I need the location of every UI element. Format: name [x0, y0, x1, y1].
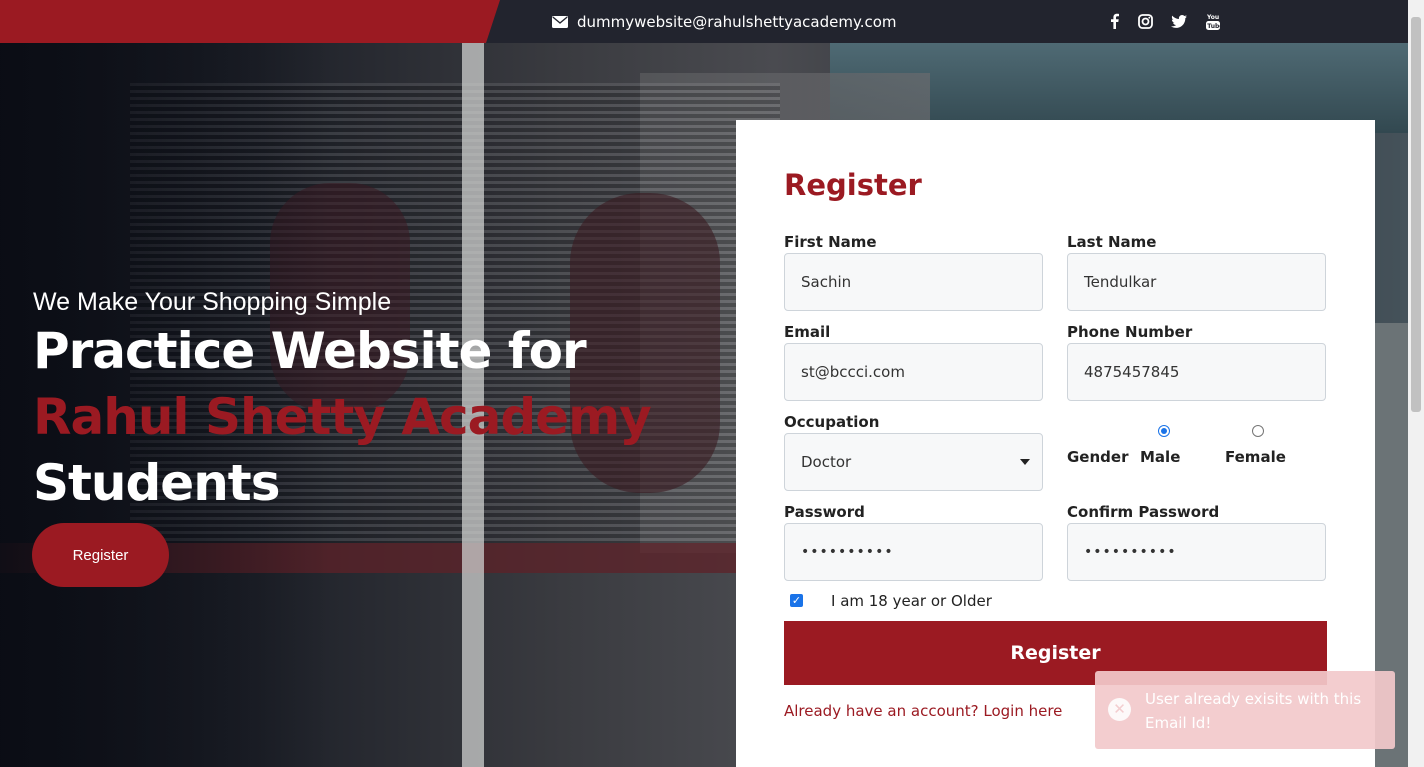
scrollbar-thumb[interactable]: [1411, 17, 1421, 412]
occupation-label: Occupation: [784, 413, 880, 431]
phone-label: Phone Number: [1067, 323, 1193, 341]
youtube-icon[interactable]: You Tube: [1204, 12, 1222, 30]
password-value: ••••••••••: [801, 544, 894, 560]
phone-value: 4875457845: [1084, 363, 1180, 381]
twitter-icon[interactable]: [1170, 12, 1188, 30]
gender-female-radio[interactable]: [1252, 425, 1264, 437]
confirm-password-value: ••••••••••: [1084, 544, 1177, 560]
hero-headline-line3: Students: [33, 454, 280, 512]
hero-register-button[interactable]: Register: [32, 523, 169, 587]
facebook-icon[interactable]: [1105, 12, 1123, 30]
hero-tagline: We Make Your Shopping Simple: [33, 288, 392, 316]
gender-male-radio[interactable]: [1158, 425, 1170, 437]
confirm-password-label: Confirm Password: [1067, 503, 1220, 521]
occupation-select[interactable]: Doctor: [784, 433, 1043, 491]
last-name-value: Tendulkar: [1084, 273, 1157, 291]
hero-headline-line1: Practice Website for: [33, 322, 587, 380]
login-link[interactable]: Already have an account? Login here: [784, 702, 1062, 720]
first-name-value: Sachin: [801, 273, 852, 291]
chevron-down-icon: [1020, 459, 1030, 465]
password-label: Password: [784, 503, 865, 521]
age-checkbox[interactable]: ✓: [790, 594, 803, 607]
first-name-input[interactable]: Sachin: [784, 253, 1043, 311]
register-card: Register First Name Sachin Last Name Ten…: [736, 120, 1375, 767]
topbar-accent: [0, 0, 500, 43]
svg-text:You: You: [1206, 14, 1219, 21]
error-toast[interactable]: ✕ User already exisits with this Email I…: [1095, 671, 1395, 749]
email-label: Email: [784, 323, 831, 341]
hero-headline: Practice Website for Rahul Shetty Academ…: [33, 318, 652, 516]
scrollbar[interactable]: [1408, 0, 1424, 767]
gender-label: Gender: [1067, 448, 1129, 466]
register-title: Register: [784, 168, 922, 202]
top-bar: dummywebsite@rahulshettyacademy.com You T…: [0, 0, 1408, 43]
contact-email: dummywebsite@rahulshettyacademy.com: [552, 12, 897, 32]
hero-headline-line2: Rahul Shetty Academy: [33, 388, 652, 446]
email-value: st@bccci.com: [801, 363, 905, 381]
first-name-label: First Name: [784, 233, 877, 251]
phone-input[interactable]: 4875457845: [1067, 343, 1326, 401]
password-input[interactable]: ••••••••••: [784, 523, 1043, 581]
gender-male-label[interactable]: Male: [1140, 448, 1180, 466]
svg-text:Tube: Tube: [1207, 23, 1220, 30]
confirm-password-input[interactable]: ••••••••••: [1067, 523, 1326, 581]
envelope-icon: [552, 16, 568, 28]
age-checkbox-label: I am 18 year or Older: [831, 592, 992, 610]
last-name-input[interactable]: Tendulkar: [1067, 253, 1326, 311]
close-circle-icon: ✕: [1108, 698, 1131, 721]
toast-message: User already exisits with this Email Id!: [1145, 690, 1362, 732]
instagram-icon[interactable]: [1136, 12, 1154, 30]
contact-email-text: dummywebsite@rahulshettyacademy.com: [577, 13, 897, 31]
last-name-label: Last Name: [1067, 233, 1157, 251]
gender-female-label[interactable]: Female: [1225, 448, 1286, 466]
occupation-value: Doctor: [801, 453, 852, 471]
email-input[interactable]: st@bccci.com: [784, 343, 1043, 401]
